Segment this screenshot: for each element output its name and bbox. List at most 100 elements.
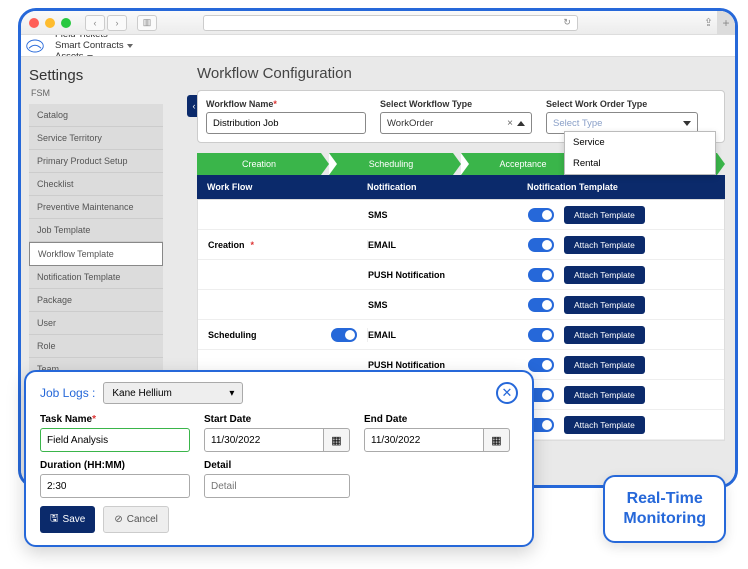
notification-toggle[interactable] <box>528 358 554 372</box>
attach-template-button[interactable]: Attach Template <box>564 296 645 314</box>
table-row: SMS Attach Template <box>198 290 724 320</box>
dropdown-option-service[interactable]: Service <box>565 132 715 153</box>
attach-template-button[interactable]: Attach Template <box>564 236 645 254</box>
duration-input[interactable] <box>40 474 190 498</box>
realtime-monitoring-badge: Real-TimeMonitoring <box>603 475 726 543</box>
page-title: Workflow Configuration <box>197 65 725 82</box>
sidebar-item-catalog[interactable]: Catalog <box>29 104 163 127</box>
work-order-type-dropdown: Service Rental <box>564 131 716 175</box>
template-cell: Attach Template <box>528 296 724 314</box>
workflow-cell: Creation <box>198 240 368 250</box>
notification-toggle[interactable] <box>528 208 554 222</box>
sidebar-item-role[interactable]: Role <box>29 335 163 358</box>
sidebar-item-service-territory[interactable]: Service Territory <box>29 127 163 150</box>
table-row: SMS Attach Template <box>198 200 724 230</box>
cancel-button[interactable]: ⊘ Cancel <box>103 506 169 533</box>
start-date-calendar-button[interactable]: ▦ <box>324 428 350 452</box>
stage-scheduling[interactable]: Scheduling <box>329 153 453 175</box>
template-cell: Attach Template <box>528 266 724 284</box>
template-cell: Attach Template <box>528 386 724 404</box>
titlebar: ‹ › ▥ ↻ ⇪ ⧉ + <box>21 11 735 35</box>
sidebar-toggle-button[interactable]: ▥ <box>137 15 157 31</box>
forward-button[interactable]: › <box>107 15 127 31</box>
notification-cell: SMS <box>368 210 528 220</box>
sidebar-title: Settings <box>29 67 163 84</box>
notification-toggle[interactable] <box>528 238 554 252</box>
workflow-cell: Scheduling <box>198 328 368 342</box>
workflow-name-input[interactable] <box>206 112 366 134</box>
grid-header-workflow: Work Flow <box>197 182 367 192</box>
workflow-type-value: WorkOrder <box>387 118 433 129</box>
workflow-config-row: Workflow Name Select Workflow Type WorkO… <box>197 90 725 143</box>
attach-template-button[interactable]: Attach Template <box>564 356 645 374</box>
notification-toggle[interactable] <box>528 328 554 342</box>
work-order-type-placeholder: Select Type <box>553 118 602 129</box>
notification-cell: PUSH Notification <box>368 360 528 370</box>
workflow-toggle[interactable] <box>331 328 357 342</box>
notification-cell: EMAIL <box>368 240 528 250</box>
sidebar-item-checklist[interactable]: Checklist <box>29 173 163 196</box>
app-logo-icon <box>25 38 45 54</box>
sidebar-section-label: FSM <box>29 88 163 98</box>
sidebar-item-workflow-template[interactable]: Workflow Template <box>29 242 163 266</box>
chevron-up-icon <box>517 118 525 129</box>
end-date-label: End Date <box>364 414 510 425</box>
attach-template-button[interactable]: Attach Template <box>564 416 645 434</box>
task-name-label: Task Name <box>40 414 190 425</box>
job-logs-person-value: Kane Hellium <box>112 388 171 399</box>
start-date-input[interactable] <box>204 428 324 452</box>
workflow-type-select[interactable]: WorkOrder × <box>380 112 532 134</box>
sidebar-item-preventive-maintenance[interactable]: Preventive Maintenance <box>29 196 163 219</box>
sidebar-item-notification-template[interactable]: Notification Template <box>29 266 163 289</box>
cancel-button-label: Cancel <box>127 514 158 525</box>
attach-template-button[interactable]: Attach Template <box>564 386 645 404</box>
sidebar-item-package[interactable]: Package <box>29 289 163 312</box>
table-row: CreationEMAIL Attach Template <box>198 230 724 260</box>
new-tab-button[interactable]: + <box>717 11 735 35</box>
clear-icon[interactable]: × <box>507 118 513 129</box>
save-button[interactable]: 🖫 Save <box>40 506 95 533</box>
template-cell: Attach Template <box>528 326 724 344</box>
notification-cell: SMS <box>368 300 528 310</box>
task-name-input[interactable] <box>40 428 190 452</box>
maximize-window-icon[interactable] <box>61 18 71 28</box>
end-date-input[interactable] <box>364 428 484 452</box>
end-date-calendar-button[interactable]: ▦ <box>484 428 510 452</box>
stage-creation[interactable]: Creation <box>197 153 321 175</box>
template-cell: Attach Template <box>528 356 724 374</box>
attach-template-button[interactable]: Attach Template <box>564 206 645 224</box>
detail-input[interactable] <box>204 474 350 498</box>
template-cell: Attach Template <box>528 206 724 224</box>
close-modal-button[interactable]: ✕ <box>496 382 518 404</box>
minimize-window-icon[interactable] <box>45 18 55 28</box>
save-icon: 🖫 <box>50 511 59 528</box>
cancel-icon: ⊘ <box>114 514 122 525</box>
dropdown-option-rental[interactable]: Rental <box>565 153 715 174</box>
grid-header-template: Notification Template <box>527 182 725 192</box>
job-logs-modal: Job Logs : Kane Hellium ▾ ✕ Task Name St… <box>24 370 534 547</box>
chevron-down-icon: ▾ <box>229 388 234 399</box>
share-icon[interactable]: ⇪ <box>704 16 713 29</box>
job-logs-person-select[interactable]: Kane Hellium ▾ <box>103 382 243 404</box>
save-button-label: Save <box>63 514 86 525</box>
notification-cell: PUSH Notification <box>368 270 528 280</box>
notification-toggle[interactable] <box>528 268 554 282</box>
back-button[interactable]: ‹ <box>85 15 105 31</box>
main-menubar: HomeCustomersIncidentProposalProjectWork… <box>21 35 735 57</box>
sidebar-item-user[interactable]: User <box>29 312 163 335</box>
detail-label: Detail <box>204 460 350 471</box>
menu-item-smart-contracts[interactable]: Smart Contracts <box>51 40 137 51</box>
workflow-type-label: Select Workflow Type <box>380 99 532 109</box>
sidebar-item-primary-product-setup[interactable]: Primary Product Setup <box>29 150 163 173</box>
attach-template-button[interactable]: Attach Template <box>564 326 645 344</box>
template-cell: Attach Template <box>528 416 724 434</box>
url-bar[interactable]: ↻ <box>203 15 578 31</box>
notification-toggle[interactable] <box>528 298 554 312</box>
work-order-type-label: Select Work Order Type <box>546 99 698 109</box>
attach-template-button[interactable]: Attach Template <box>564 266 645 284</box>
grid-header: Work Flow Notification Notification Temp… <box>197 175 725 199</box>
sidebar-item-job-template[interactable]: Job Template <box>29 219 163 242</box>
duration-label: Duration (HH:MM) <box>40 460 190 471</box>
job-logs-title: Job Logs : <box>40 386 95 400</box>
close-window-icon[interactable] <box>29 18 39 28</box>
